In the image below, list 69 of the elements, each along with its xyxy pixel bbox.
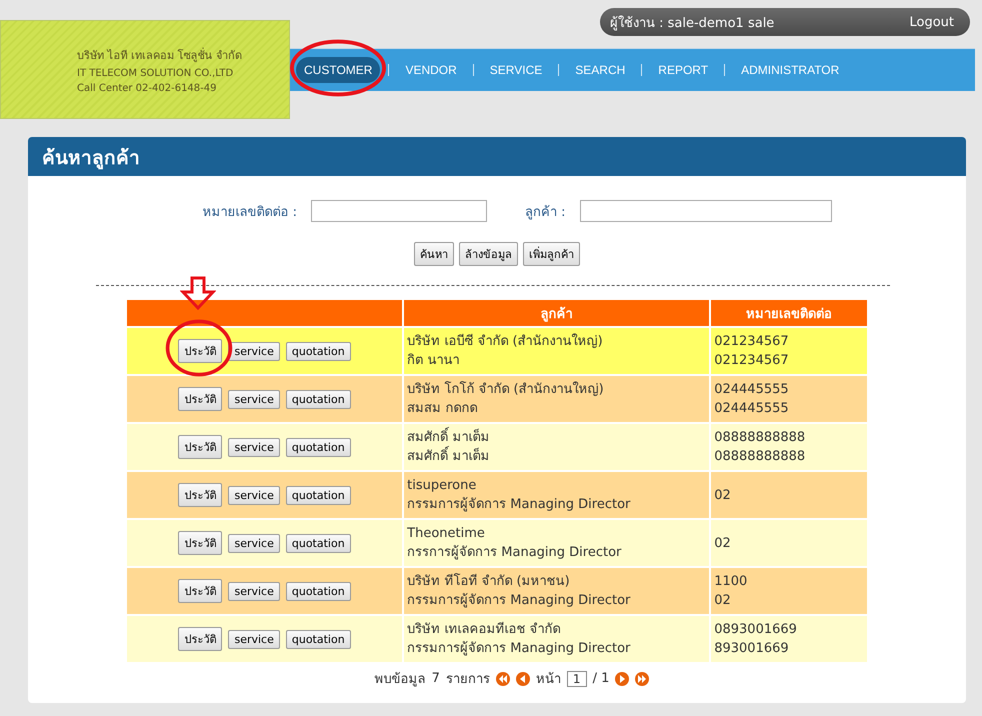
page-label: หน้า [536, 671, 561, 689]
customer-cell: บริษัท โกโก้ จำกัด (สำนักงานใหญ่) สมสม กดกด [404, 376, 710, 422]
unit-label: รายการ [446, 671, 490, 689]
page-total: / 1 [592, 671, 610, 686]
row-button[interactable]: ประวัติ [178, 435, 222, 459]
customer-cell: สมศักดิ์ มาเต็ม สมศักดิ์ มาเต็ม [404, 424, 710, 470]
table-row[interactable]: ประวัติ service quotation Theonetime กรรการผู้จัดการ Managing Director 02 [127, 520, 867, 566]
table-row[interactable]: ประวัติ service quotation บริษัท ทีโอที จำกัด (มหาชน) กรรมการผู้จัดการ Managing Director 1100 02 [127, 568, 867, 614]
company-name-thai: บริษัท ไอที เทเลคอม โซลูชั่น จำกัด [77, 46, 243, 64]
row-button[interactable]: quotation [286, 534, 351, 553]
contact-cell: 1100 02 [711, 568, 867, 614]
row-button[interactable]: ประวัติ [178, 627, 222, 651]
row-button[interactable]: service [228, 534, 280, 553]
row-button[interactable]: ประวัติ [178, 339, 222, 363]
panel-title: ค้นหาลูกค้า [42, 146, 140, 172]
table-row[interactable]: ประวัติ service quotation tisuperone กรรมการผู้จัดการ Managing Director 02 [127, 472, 867, 518]
row-button[interactable]: ประวัติ [178, 531, 222, 555]
table-row[interactable]: ประวัติ service quotation บริษัท เอบีซี จำกัด (สำนักงานใหญ่) กิต นานา 021234567 021234567 [127, 328, 867, 374]
row-button[interactable]: service [228, 390, 280, 409]
contact-cell: 024445555 024445555 [711, 376, 867, 422]
row-button[interactable]: ประวัติ [178, 483, 222, 507]
input-field[interactable] [580, 200, 832, 222]
company-name-english: IT TELECOM SOLUTION CO.,LTD [77, 68, 234, 78]
header-cell: ลูกค้า [404, 300, 710, 326]
row-button[interactable]: quotation [286, 390, 351, 409]
found-label: พบข้อมูล [374, 671, 426, 689]
next-page-icon[interactable] [615, 672, 630, 686]
row-button[interactable]: ประวัติ [178, 579, 222, 603]
row-button[interactable]: quotation [286, 342, 351, 361]
call-center-text: Call Center 02-402-6148-49 [77, 82, 218, 94]
field-label: ลูกค้า : [525, 204, 566, 222]
user-label: ผู้ใช้งาน : sale-demo1 sale [610, 14, 774, 32]
logout-link[interactable]: Logout [909, 14, 954, 30]
row-button[interactable]: quotation [286, 630, 351, 649]
header-cell: หมายเลขติดต่อ [711, 300, 867, 326]
row-button[interactable]: service [228, 342, 280, 361]
table-row[interactable]: ประวัติ service quotation บริษัท เทเลคอมทีเอช จำกัด กรรมการผู้จัดการ Managing Director 0893001669 893001669 [127, 616, 867, 662]
previous-page-icon[interactable] [516, 672, 530, 686]
form-button[interactable]: เพิ่มลูกค้า [523, 242, 580, 266]
last-page-icon[interactable] [635, 672, 650, 686]
row-button[interactable]: service [228, 438, 280, 457]
table-row[interactable]: ประวัติ service quotation บริษัท โกโก้ จำกัด (สำนักงานใหญ่) สมสม กดกด 024445555 024445555 [127, 376, 867, 422]
row-button[interactable]: quotation [286, 486, 351, 505]
row-button[interactable]: service [228, 582, 280, 601]
table-row[interactable]: ประวัติ service quotation สมศักดิ์ มาเต็ม สมศักดิ์ มาเต็ม 08888888888 08888888888 [127, 424, 867, 470]
page-field[interactable]: 1 [566, 670, 587, 686]
customer-cell: บริษัท เทเลคอมทีเอช จำกัด กรรมการผู้จัดการ Managing Director [404, 616, 710, 662]
form-button[interactable]: ล้างข้อมูล [459, 242, 518, 266]
row-button[interactable]: service [228, 630, 280, 649]
row-button[interactable]: quotation [286, 582, 351, 601]
contact-cell: 0893001669 893001669 [711, 616, 867, 662]
form-button[interactable]: ค้นหา [414, 242, 454, 266]
row-button[interactable]: service [228, 486, 280, 505]
row-button[interactable]: ประวัติ [178, 387, 222, 411]
field-label: หมายเลขติดต่อ : [202, 204, 297, 222]
customer-cell: บริษัท เอบีซี จำกัด (สำนักงานใหญ่) กิต นานา [404, 328, 710, 374]
customer-cell: Theonetime กรรการผู้จัดการ Managing Director [404, 520, 710, 566]
customer-cell: บริษัท ทีโอที จำกัด (มหาชน) กรรมการผู้จัดการ Managing Director [404, 568, 710, 614]
contact-cell: 021234567 021234567 [711, 328, 867, 374]
result-count: 7 [432, 671, 440, 686]
first-page-icon[interactable] [496, 672, 510, 686]
input-field[interactable] [311, 200, 487, 222]
annotation-arrow [180, 276, 216, 310]
row-button[interactable]: quotation [286, 438, 351, 457]
contact-cell: 02 [711, 520, 867, 566]
contact-cell: 08888888888 08888888888 [711, 424, 867, 470]
customer-cell: tisuperone กรรมการผู้จัดการ Managing Director [404, 472, 710, 518]
contact-cell: 02 [711, 472, 867, 518]
nav-tab[interactable]: CUSTOMER [296, 57, 380, 83]
